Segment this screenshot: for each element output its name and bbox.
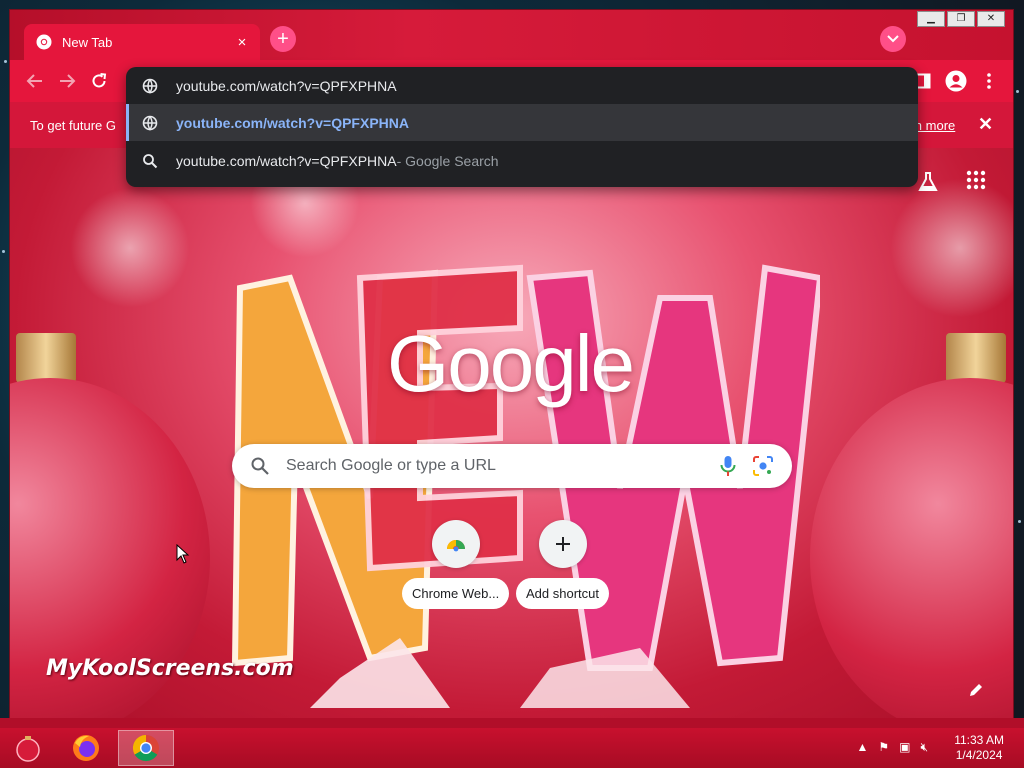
system-tray: ▲ ⚑ ▣ 🔇︎ bbox=[856, 740, 928, 755]
clock-date: 1/4/2024 bbox=[955, 748, 1003, 762]
tab-search-button[interactable] bbox=[880, 26, 906, 52]
microphone-icon[interactable] bbox=[718, 454, 738, 478]
restore-button[interactable]: ❐ bbox=[947, 11, 975, 27]
clock-time: 11:33 AM bbox=[954, 733, 1004, 747]
arrow-right-icon bbox=[60, 74, 76, 88]
mouse-cursor-icon bbox=[176, 544, 190, 564]
suggestion-url-text: youtube.com/watch?v=QPFXPHNA bbox=[176, 114, 409, 131]
apps-grid-icon bbox=[966, 170, 986, 190]
tab-close-icon[interactable]: × bbox=[232, 34, 252, 51]
new-tab-button[interactable]: + bbox=[270, 26, 296, 52]
suggestion-search-suffix: - Google Search bbox=[396, 152, 499, 169]
taskbar: ▲ ⚑ ▣ 🔇︎ 11:33 AM 1/4/2024 bbox=[0, 728, 1024, 768]
info-bar-text: To get future G bbox=[30, 118, 116, 133]
more-vert-icon bbox=[987, 73, 991, 89]
omnibox-suggestion-url[interactable]: youtube.com/watch?v=QPFXPHNA bbox=[126, 104, 918, 141]
suggestion-search-text: youtube.com/watch?v=QPFXPHNA bbox=[176, 152, 397, 169]
plus-icon bbox=[555, 537, 570, 551]
title-bar: New Tab × + ▁ ❐ ✕ bbox=[10, 10, 1013, 60]
omnibox-input-text[interactable]: youtube.com/watch?v=QPFXPHNA bbox=[176, 78, 397, 94]
chrome-icon bbox=[132, 734, 159, 762]
ornament-cap bbox=[946, 333, 1006, 383]
reload-icon bbox=[92, 73, 107, 88]
volume-muted-icon[interactable]: 🔇︎ bbox=[920, 740, 928, 755]
close-window-button[interactable]: ✕ bbox=[977, 11, 1005, 27]
profile-avatar-icon bbox=[945, 70, 967, 92]
customize-chrome-button[interactable] bbox=[968, 682, 988, 702]
shortcut-label: Chrome Web... bbox=[402, 578, 510, 609]
taskbar-ornament-button[interactable] bbox=[0, 730, 56, 766]
search-icon bbox=[143, 153, 158, 168]
bokeh-light bbox=[70, 188, 190, 308]
sparkle bbox=[1018, 520, 1021, 523]
info-bar-close-icon[interactable]: ✕ bbox=[978, 114, 993, 135]
ornament-cap bbox=[16, 333, 76, 383]
browser-window: New Tab × + ▁ ❐ ✕ To get future G earn m… bbox=[10, 10, 1013, 718]
taskbar-firefox-button[interactable] bbox=[58, 730, 114, 766]
system-clock[interactable]: 11:33 AM 1/4/2024 bbox=[954, 733, 1004, 763]
sparkle bbox=[4, 60, 7, 63]
wallpaper-strip bbox=[0, 718, 1024, 728]
show-hidden-icons-icon[interactable]: ▲ bbox=[856, 740, 868, 755]
search-icon bbox=[251, 457, 269, 475]
taskbar-chrome-button[interactable] bbox=[118, 730, 174, 766]
watermark-text: MyKoolScreens.com bbox=[46, 656, 294, 681]
arrow-left-icon bbox=[26, 74, 42, 88]
action-center-flag-icon[interactable]: ⚑ bbox=[878, 740, 889, 755]
globe-icon bbox=[142, 115, 158, 131]
tab-title: New Tab bbox=[62, 34, 113, 50]
ornament-icon bbox=[16, 736, 40, 762]
back-button[interactable] bbox=[22, 68, 48, 94]
sparkle bbox=[1016, 90, 1019, 93]
globe-icon bbox=[142, 78, 158, 94]
shortcut-icon-circle bbox=[538, 520, 587, 568]
new-tab-page: Google Search Google or type a URL Chrom… bbox=[10, 148, 1013, 718]
google-logo: Google bbox=[387, 319, 635, 408]
flask-icon bbox=[918, 172, 938, 191]
profile-button[interactable] bbox=[943, 68, 969, 94]
network-icon[interactable]: ▣ bbox=[899, 740, 910, 755]
sparkle bbox=[2, 250, 5, 253]
menu-button[interactable] bbox=[976, 68, 1002, 94]
tab-new-tab[interactable]: New Tab × bbox=[24, 24, 260, 60]
omnibox-suggestion-search[interactable]: youtube.com/watch?v=QPFXPHNA - Google Se… bbox=[126, 142, 918, 179]
bokeh-light bbox=[890, 178, 1013, 318]
shortcut-label: Add shortcut bbox=[516, 578, 609, 609]
chrome-labs-button[interactable] bbox=[916, 170, 940, 194]
window-controls: ▁ ❐ ✕ bbox=[917, 11, 1005, 27]
shortcut-add[interactable]: Add shortcut bbox=[516, 520, 609, 609]
google-apps-button[interactable] bbox=[966, 170, 986, 190]
reload-button[interactable] bbox=[86, 68, 112, 94]
search-input[interactable] bbox=[284, 456, 718, 476]
omnibox-input-row[interactable]: youtube.com/watch?v=QPFXPHNA bbox=[126, 67, 918, 104]
forward-button[interactable] bbox=[54, 68, 80, 94]
shortcut-chrome-web-store[interactable]: Chrome Web... bbox=[402, 520, 510, 609]
chrome-web-store-icon bbox=[446, 540, 465, 552]
minimize-button[interactable]: ▁ bbox=[917, 11, 945, 27]
firefox-icon bbox=[73, 735, 99, 761]
google-lens-icon[interactable] bbox=[752, 455, 774, 477]
ornament-right bbox=[810, 378, 1013, 718]
chrome-icon bbox=[36, 34, 52, 50]
chevron-down-icon bbox=[887, 35, 899, 43]
omnibox-dropdown: youtube.com/watch?v=QPFXPHNA youtube.com… bbox=[126, 67, 918, 187]
shortcut-icon-circle bbox=[431, 520, 480, 568]
search-box[interactable] bbox=[232, 444, 792, 488]
pencil-icon bbox=[970, 684, 982, 696]
